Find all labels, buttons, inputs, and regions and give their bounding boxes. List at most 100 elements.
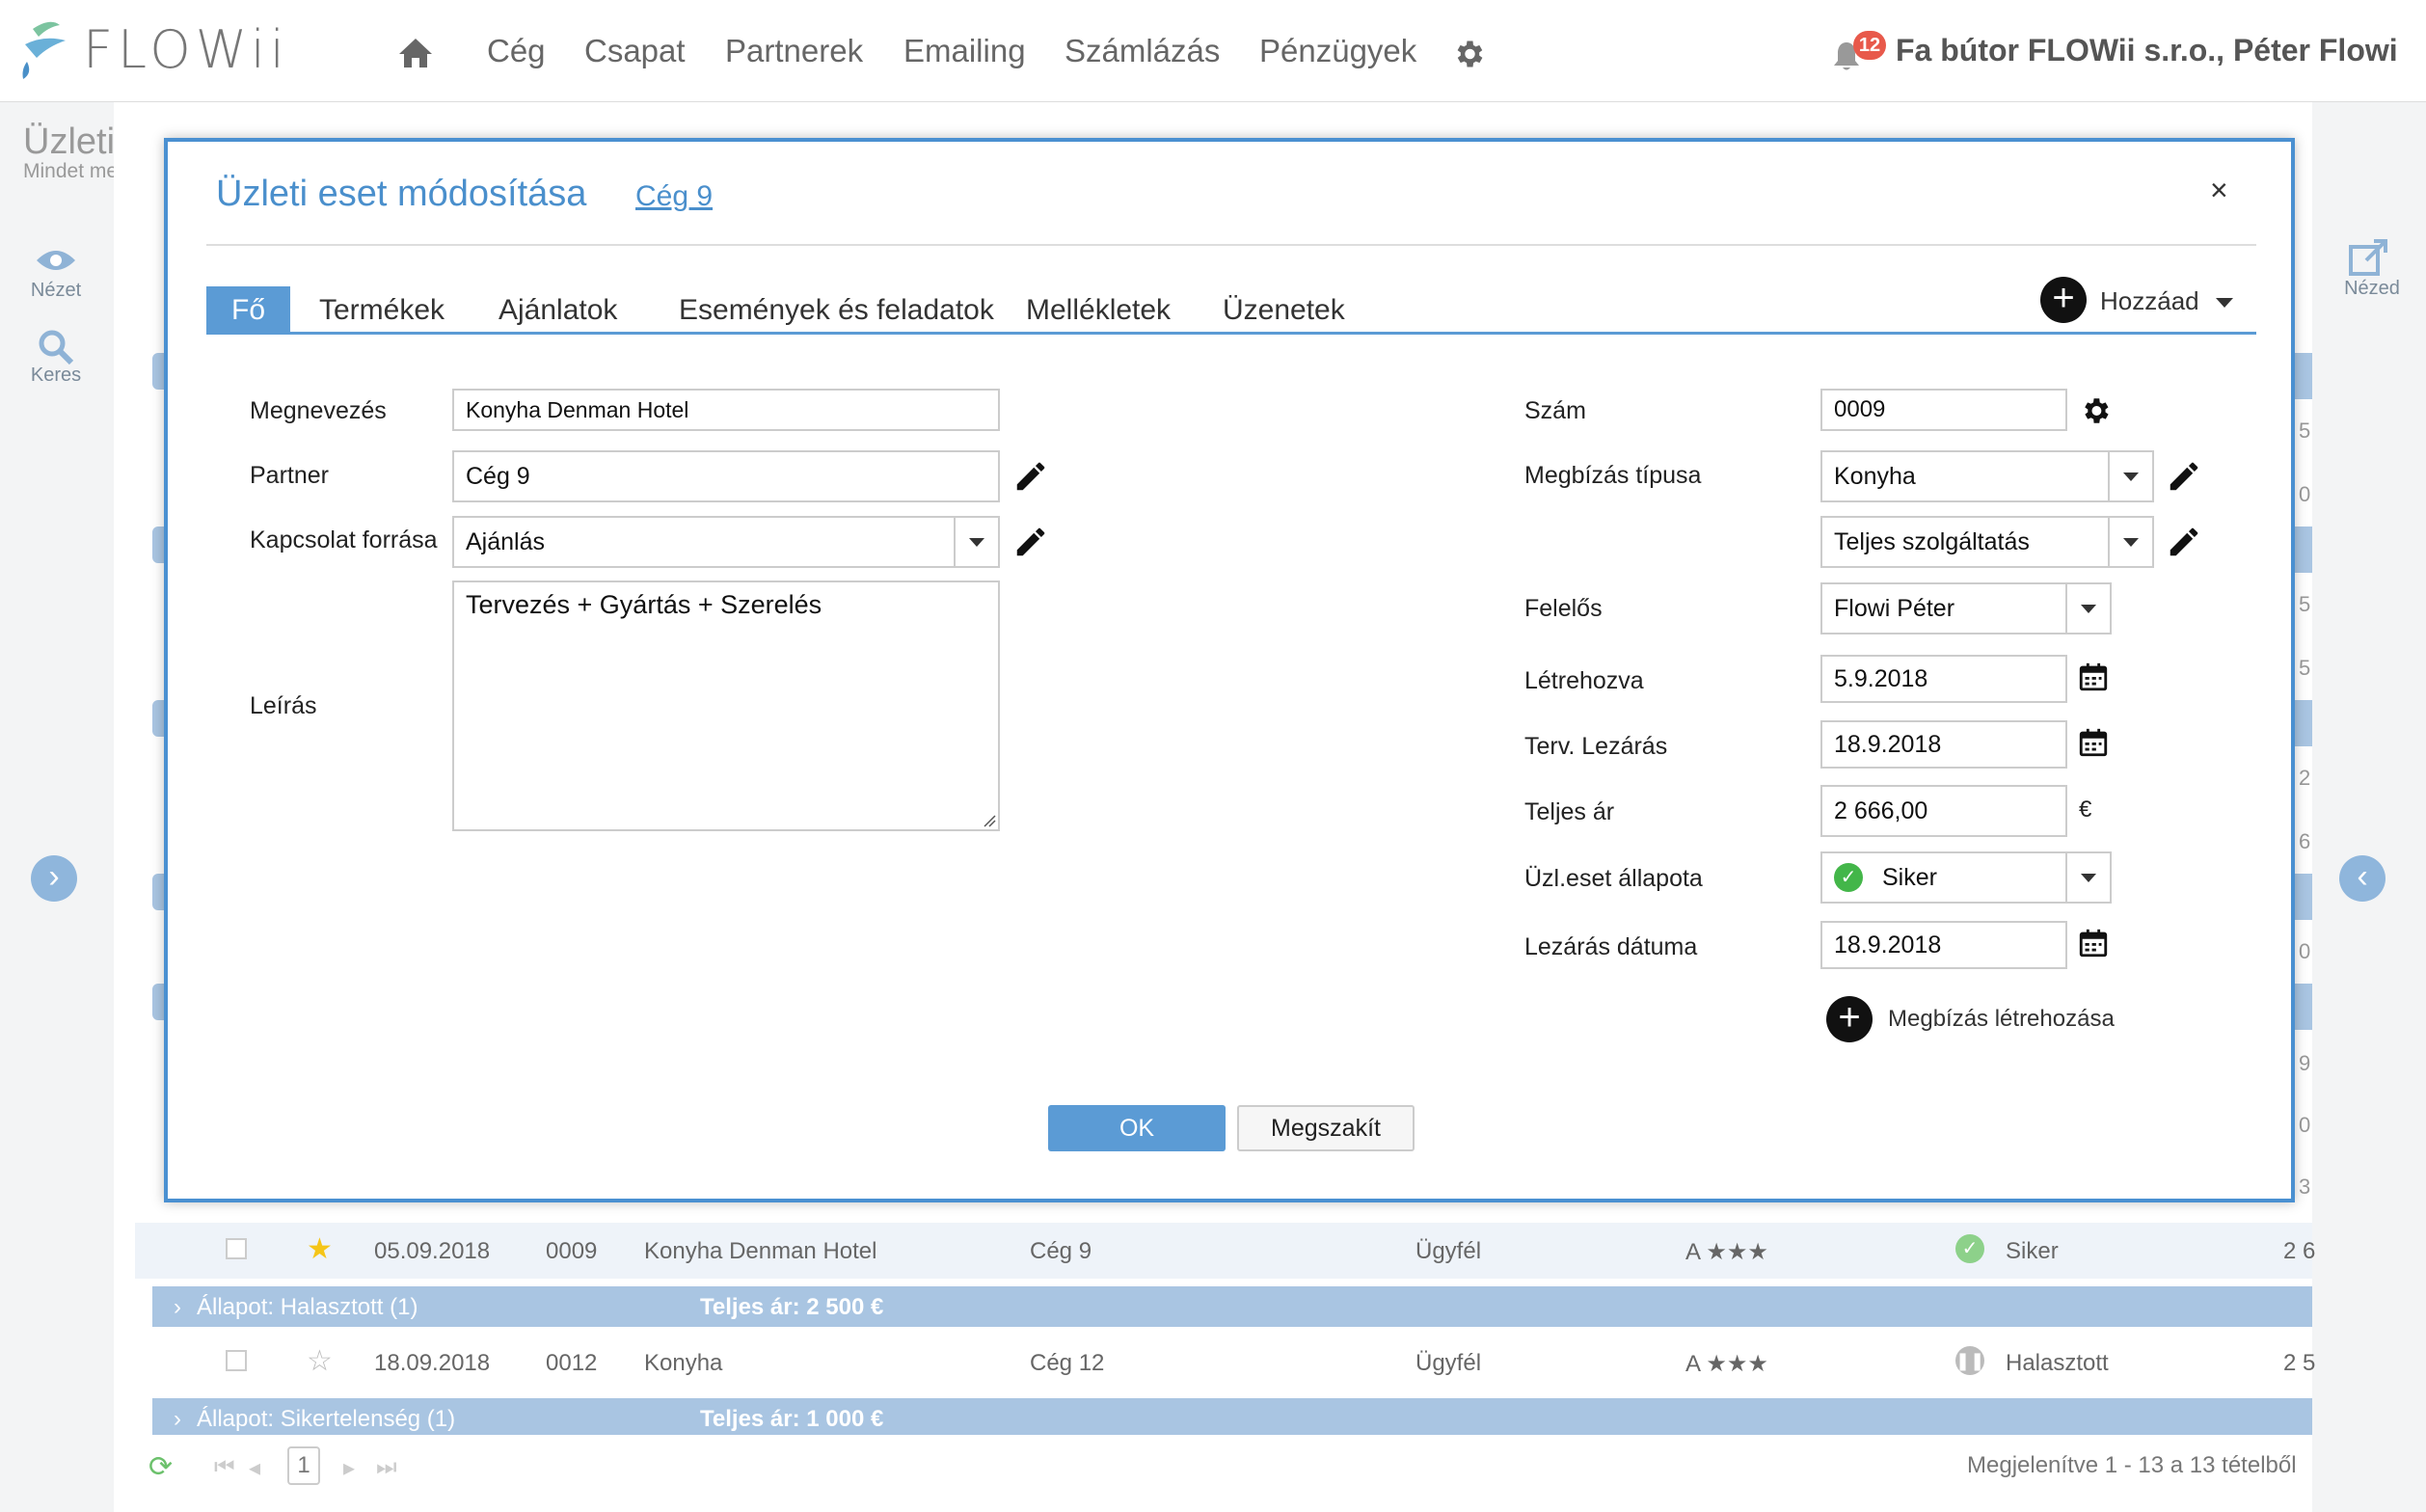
collapse-right-button[interactable]: ‹ bbox=[2339, 855, 2386, 902]
chevron-down-icon[interactable] bbox=[2108, 518, 2152, 566]
partner-field[interactable]: Cég 9 bbox=[452, 450, 1000, 502]
resize-handle-icon[interactable] bbox=[983, 814, 996, 827]
refresh-icon[interactable]: ⟳ bbox=[148, 1450, 173, 1484]
create-order-plus-icon[interactable]: + bbox=[1826, 996, 1873, 1042]
group-total: Teljes ár: 1 000 € bbox=[700, 1406, 884, 1432]
right-view-label[interactable]: Nézed bbox=[2333, 278, 2411, 300]
add-dropdown-caret-icon[interactable] bbox=[2216, 298, 2233, 308]
tab-termekek[interactable]: Termékek bbox=[319, 294, 445, 327]
number-field[interactable]: 0009 bbox=[1820, 389, 2067, 431]
cancel-button[interactable]: Megszakít bbox=[1237, 1105, 1415, 1151]
nav-partnerek[interactable]: Partnerek bbox=[725, 33, 863, 69]
divider bbox=[206, 244, 2256, 246]
external-view-icon[interactable] bbox=[2349, 239, 2389, 276]
description-textarea[interactable]: Tervezés + Gyártás + Szerelés bbox=[452, 580, 1000, 831]
home-icon[interactable] bbox=[397, 37, 434, 69]
group-total: Teljes ár: 2 500 € bbox=[700, 1294, 884, 1320]
logo-text[interactable]: FLOWii bbox=[83, 19, 289, 80]
source-value: Ajánlás bbox=[466, 527, 545, 555]
table-row[interactable]: ☆ 18.09.2018 0012 Konyha Cég 12 Ügyfél A… bbox=[135, 1335, 2315, 1390]
next-page-icon[interactable]: ▸ bbox=[343, 1454, 355, 1482]
nav-ceg[interactable]: Cég bbox=[487, 33, 546, 69]
edge-digit: 5 bbox=[2299, 592, 2311, 616]
row-type: Ügyfél bbox=[1415, 1238, 1482, 1264]
nav-szamlazas[interactable]: Számlázás bbox=[1065, 33, 1220, 69]
tab-ajanlatok[interactable]: Ajánlatok bbox=[499, 294, 617, 327]
chevron-down-icon[interactable] bbox=[954, 518, 998, 566]
search-icon[interactable] bbox=[37, 328, 75, 366]
page-number[interactable]: 1 bbox=[287, 1446, 320, 1485]
edge-digit: 2 bbox=[2299, 766, 2311, 790]
created-date-field[interactable]: 5.9.2018 bbox=[1820, 655, 2067, 703]
chevron-right-icon[interactable]: › bbox=[174, 1294, 181, 1321]
settings-gear-icon[interactable] bbox=[1451, 37, 1486, 71]
add-button-label[interactable]: Hozzáad bbox=[2100, 286, 2199, 316]
currency-symbol: € bbox=[2079, 796, 2092, 823]
row-stripe bbox=[2295, 526, 2312, 573]
calendar-icon[interactable] bbox=[2077, 927, 2110, 959]
status-dropdown[interactable]: ✓ Siker bbox=[1820, 851, 2112, 904]
expand-left-button[interactable]: › bbox=[31, 855, 77, 902]
owner-dropdown[interactable]: Flowi Péter bbox=[1820, 582, 2112, 634]
left-view-label[interactable]: Nézet bbox=[27, 280, 85, 302]
add-plus-icon[interactable]: + bbox=[2040, 277, 2087, 323]
tab-fo[interactable]: Fő bbox=[206, 286, 291, 335]
tab-mellekletek[interactable]: Mellékletek bbox=[1026, 294, 1171, 327]
edit-order-subtype-pencil-icon[interactable] bbox=[2166, 524, 2202, 560]
nav-csapat[interactable]: Csapat bbox=[584, 33, 686, 69]
planned-close-date-field[interactable]: 18.9.2018 bbox=[1820, 720, 2067, 769]
name-label: Megnevezés bbox=[250, 397, 387, 424]
edge-digit: 0 bbox=[2299, 1113, 2311, 1137]
order-subtype-dropdown[interactable]: Teljes szolgáltatás bbox=[1820, 516, 2154, 568]
star-filled-icon[interactable]: ★ bbox=[307, 1232, 333, 1266]
total-price-field[interactable]: 2 666,00 bbox=[1820, 785, 2067, 837]
ok-button[interactable]: OK bbox=[1048, 1105, 1226, 1151]
number-settings-gear-icon[interactable] bbox=[2079, 394, 2112, 427]
row-status: Siker bbox=[2006, 1238, 2059, 1264]
create-order-link[interactable]: Megbízás létrehozása bbox=[1888, 1006, 2115, 1033]
prev-page-icon[interactable]: ◂ bbox=[249, 1454, 260, 1482]
row-stripe bbox=[2295, 984, 2312, 1030]
row-partner: Cég 12 bbox=[1030, 1350, 1105, 1376]
success-check-icon: ✓ bbox=[1834, 863, 1863, 892]
partner-label: Partner bbox=[250, 462, 329, 489]
edit-source-pencil-icon[interactable] bbox=[1012, 524, 1049, 560]
company-user-name[interactable]: Fa bútor FLOWii s.r.o., Péter Flowi bbox=[1896, 33, 2398, 68]
eye-icon[interactable] bbox=[35, 247, 77, 274]
table-row[interactable]: ★ 05.09.2018 0009 Konyha Denman Hotel Cé… bbox=[135, 1223, 2315, 1279]
order-subtype-value: Teljes szolgáltatás bbox=[1834, 527, 2030, 555]
tab-uzenetek[interactable]: Üzenetek bbox=[1223, 294, 1345, 327]
first-page-icon[interactable]: ⏮ bbox=[214, 1454, 235, 1481]
name-field[interactable]: Konyha Denman Hotel bbox=[452, 389, 1000, 431]
notification-count-badge[interactable]: 12 bbox=[1853, 31, 1886, 60]
close-date-field[interactable]: 18.9.2018 bbox=[1820, 921, 2067, 969]
chevron-right-icon[interactable]: › bbox=[174, 1406, 181, 1433]
tab-esemenyek[interactable]: Események és feladatok bbox=[679, 294, 994, 327]
row-stripe bbox=[2295, 874, 2312, 920]
calendar-icon[interactable] bbox=[2077, 726, 2110, 759]
last-page-icon[interactable]: ⏭ bbox=[376, 1454, 397, 1481]
source-dropdown[interactable]: Ajánlás bbox=[452, 516, 1000, 568]
nav-penzugyek[interactable]: Pénzügyek bbox=[1259, 33, 1416, 69]
row-checkbox[interactable] bbox=[226, 1238, 247, 1259]
edit-partner-pencil-icon[interactable] bbox=[1012, 458, 1049, 495]
chevron-down-icon[interactable] bbox=[2108, 452, 2152, 500]
chevron-down-icon[interactable] bbox=[2065, 584, 2110, 633]
edit-order-type-pencil-icon[interactable] bbox=[2166, 458, 2202, 495]
partner-link[interactable]: Cég 9 bbox=[635, 180, 713, 213]
left-search-label[interactable]: Keres bbox=[27, 364, 85, 387]
nav-emailing[interactable]: Emailing bbox=[903, 33, 1026, 69]
close-icon[interactable]: × bbox=[2210, 173, 2228, 208]
group-row-sikertelenseg[interactable]: › Állapot: Sikertelenség (1) Teljes ár: … bbox=[152, 1398, 2312, 1435]
chevron-down-icon[interactable] bbox=[2065, 853, 2110, 902]
flowii-logo-icon[interactable] bbox=[21, 15, 71, 79]
row-partner: Cég 9 bbox=[1030, 1238, 1092, 1264]
row-checkbox[interactable] bbox=[226, 1350, 247, 1371]
star-outline-icon[interactable]: ☆ bbox=[307, 1344, 333, 1378]
order-type-dropdown[interactable]: Konyha bbox=[1820, 450, 2154, 502]
group-row-halasztott[interactable]: › Állapot: Halasztott (1) Teljes ár: 2 5… bbox=[152, 1286, 2312, 1327]
calendar-icon[interactable] bbox=[2077, 661, 2110, 693]
description-text: Tervezés + Gyártás + Szerelés bbox=[466, 590, 822, 619]
edge-digit: 3 bbox=[2299, 1174, 2311, 1199]
top-navigation-bar: FLOWii Cég Csapat Partnerek Emailing Szá… bbox=[0, 0, 2426, 102]
